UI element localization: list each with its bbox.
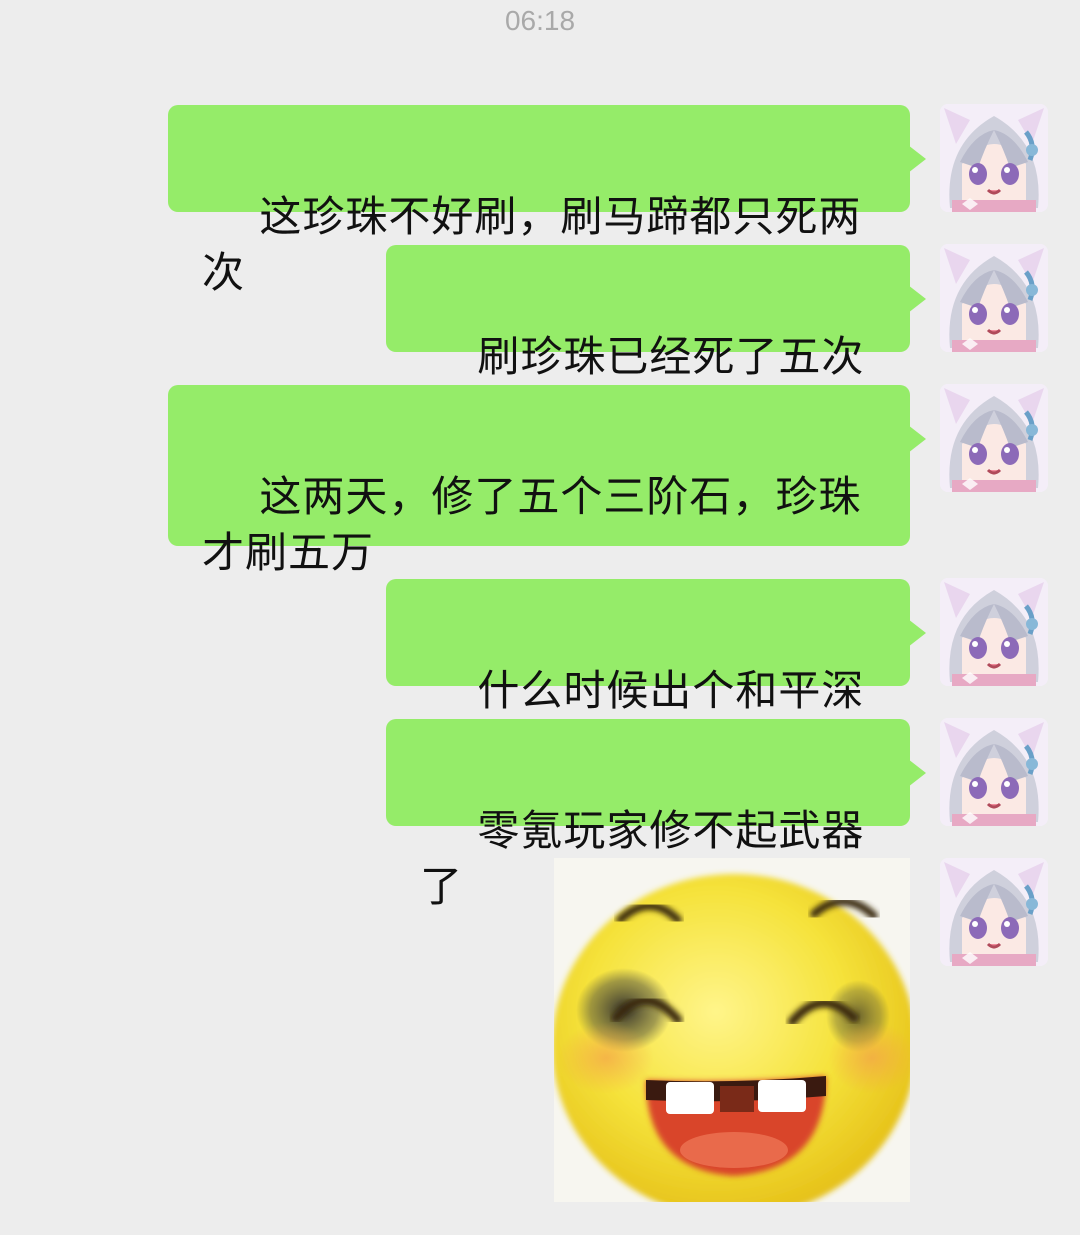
avatar[interactable] (940, 104, 1048, 212)
anime-girl-avatar-icon (940, 384, 1048, 492)
anime-girl-avatar-icon (940, 858, 1048, 966)
bubble-tail (908, 145, 926, 173)
anime-girl-avatar-icon (940, 718, 1048, 826)
avatar[interactable] (940, 578, 1048, 686)
chat-timestamp: 06:18 (504, 5, 576, 36)
bubble-tail (908, 759, 926, 787)
message-bubble[interactable]: 什么时候出个和平深海 (386, 579, 926, 771)
message-bubble[interactable]: 这两天，修了五个三阶石，珍珠才刷五万 (168, 385, 926, 577)
bubble-tail (908, 285, 926, 313)
bubble-tail (908, 619, 926, 647)
avatar[interactable] (940, 384, 1048, 492)
avatar[interactable] (940, 858, 1048, 966)
message-bubble[interactable]: 这珍珠不好刷，刷马蹄都只死两次 (168, 105, 926, 297)
avatar[interactable] (940, 244, 1048, 352)
anime-girl-avatar-icon (940, 578, 1048, 686)
message-bubble[interactable]: 刷珍珠已经死了五次了 (386, 245, 926, 437)
message-text: 这两天，修了五个三阶石，珍珠才刷五万 (202, 472, 862, 577)
grinning-emoji-sticker[interactable] (554, 858, 910, 1202)
anime-girl-avatar-icon (940, 244, 1048, 352)
bubble-tail (908, 425, 926, 453)
avatar[interactable] (940, 718, 1048, 826)
message-bubble[interactable]: 零氪玩家修不起武器了 (386, 719, 926, 911)
grinning-emoji-icon (554, 874, 910, 1202)
anime-girl-avatar-icon (940, 104, 1048, 212)
